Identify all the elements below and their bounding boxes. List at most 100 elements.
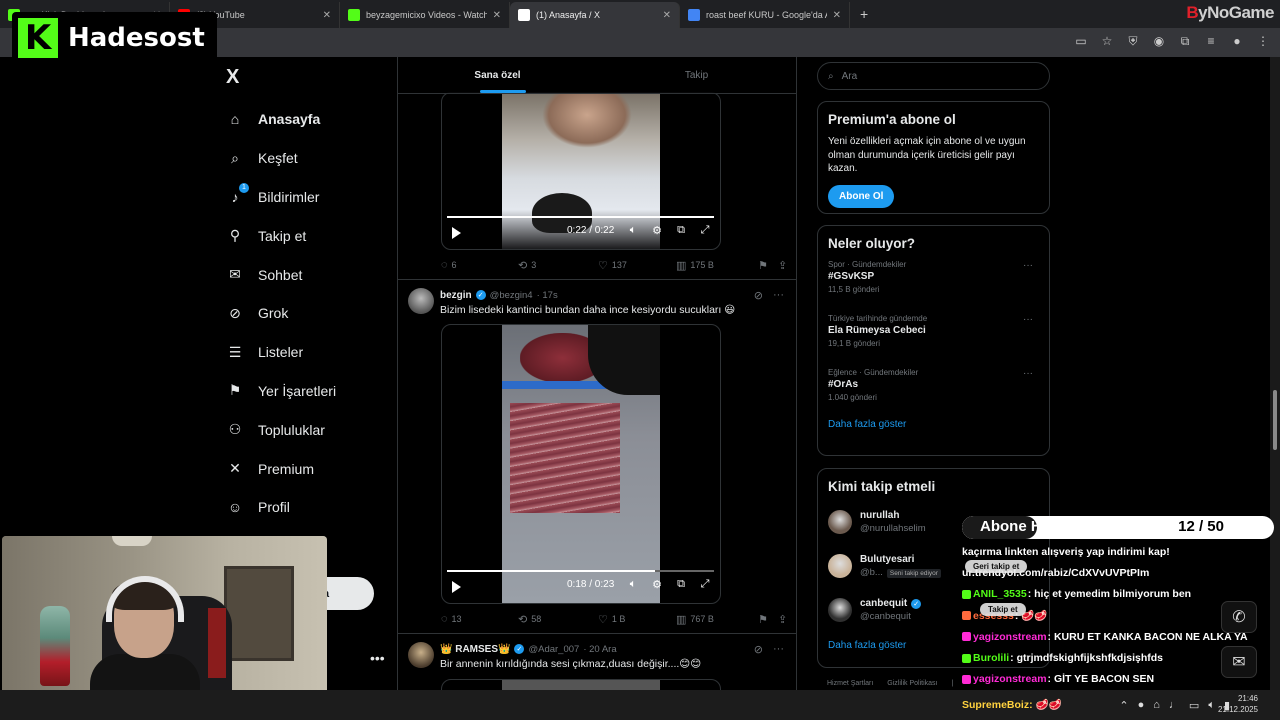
trend-more-icon[interactable]: ··· — [1023, 314, 1033, 325]
nav-item-9[interactable]: ✕ Premium — [226, 449, 336, 488]
tray-display-icon[interactable]: ▭ — [1189, 699, 1199, 712]
grok-icon[interactable]: ⊘ — [754, 643, 763, 656]
tray-chevron-icon[interactable]: ⌃ — [1119, 699, 1128, 712]
chat-username[interactable]: yagizonstream — [973, 673, 1047, 685]
profile-avatar-icon[interactable]: ● — [1230, 34, 1244, 48]
browser-tab-2[interactable]: beyzagemicixo Videos - Watch ✕ — [340, 2, 510, 28]
tab-following[interactable]: Takip — [597, 57, 796, 93]
settings-gear-icon[interactable]: ⚙ — [650, 578, 664, 591]
like-button[interactable]: ♡ 137 — [598, 259, 676, 272]
reply-button[interactable]: ◌ 6 — [441, 259, 518, 271]
subscribe-button[interactable]: Abone Ol — [828, 184, 895, 208]
chat-username[interactable]: Burolili — [973, 652, 1009, 664]
nav-item-10[interactable]: ☺ Profil — [226, 488, 336, 527]
pip-icon[interactable]: ⧉ — [674, 578, 688, 591]
browser-tab-4[interactable]: roast beef KURU - Google'da A ✕ — [680, 2, 850, 28]
shield-icon[interactable]: ⛨ — [1126, 34, 1140, 48]
avatar[interactable] — [828, 554, 852, 578]
trend-item[interactable]: Spor · Gündemdekiler #GSvKSP 11,5 B gönd… — [828, 260, 1039, 305]
footer-link[interactable]: Gizlilik Politikası — [887, 680, 937, 687]
pip-icon[interactable]: ⧉ — [674, 224, 688, 237]
video-progress-bar[interactable] — [447, 216, 714, 218]
media-icon[interactable]: ≡ — [1204, 34, 1218, 48]
tweet3-media[interactable] — [441, 679, 721, 690]
chat-username[interactable]: ANIL_3535 — [973, 588, 1027, 600]
cast-icon[interactable]: ▭ — [1074, 34, 1088, 48]
trend-more-icon[interactable]: ··· — [1023, 260, 1033, 271]
follow-pill[interactable]: Takip et — [980, 603, 1026, 616]
fullscreen-icon[interactable]: ⤢ — [698, 578, 712, 591]
nav-item-2[interactable]: ♪ 1 Bildirimler — [226, 178, 336, 217]
tray-volume-icon[interactable]: 🔈︎ — [1208, 699, 1215, 712]
nav-item-3[interactable]: ⚲ Takip et — [226, 216, 336, 255]
views-button[interactable]: ▥ 175 B — [676, 259, 758, 272]
nav-item-4[interactable]: ✉ Sohbet — [226, 255, 336, 294]
account-more-icon[interactable]: ••• — [370, 650, 385, 666]
extension-wave-icon[interactable]: ◉ — [1152, 34, 1166, 48]
avatar[interactable] — [408, 642, 434, 668]
tab-for-you[interactable]: Sana özel — [398, 57, 597, 93]
tweet2-author[interactable]: bezgin — [440, 290, 472, 301]
play-icon[interactable] — [452, 581, 461, 593]
taskbar-clock[interactable]: 21:46 21.12.2025 — [1218, 693, 1258, 715]
puzzle-icon[interactable]: ⧉ — [1178, 34, 1192, 48]
bookmark-button[interactable]: ⚑ — [758, 259, 778, 272]
settings-gear-icon[interactable]: ⚙ — [650, 224, 664, 237]
reply-button[interactable]: ◌ 13 — [441, 613, 518, 625]
messages-icon[interactable]: ✉ — [1221, 646, 1257, 678]
page-scrollbar[interactable] — [1270, 57, 1280, 690]
grok-chat-icon[interactable]: ✆ — [1221, 601, 1257, 633]
tray-app-icon[interactable]: ● — [1138, 699, 1145, 712]
avatar[interactable] — [828, 510, 852, 534]
browser-menu-icon[interactable]: ⋮ — [1256, 34, 1270, 48]
close-tab-icon[interactable]: ✕ — [493, 10, 501, 21]
footer-link[interactable]: Hizmet Şartları — [827, 680, 873, 687]
trends-show-more-link[interactable]: Daha fazla göster — [828, 419, 1039, 430]
new-tab-button[interactable]: + — [850, 6, 878, 28]
nav-item-6[interactable]: ☰ Listeler — [226, 333, 336, 372]
browser-tab-3[interactable]: (1) Anasayfa / X ✕ — [510, 2, 680, 28]
tray-network-icon[interactable]: ⌂ — [1153, 699, 1160, 712]
share-button[interactable]: ⇪ — [778, 259, 787, 272]
footer-link[interactable]: | — [951, 680, 953, 687]
play-icon[interactable] — [452, 227, 461, 239]
bookmark-button[interactable]: ⚑ — [758, 613, 778, 626]
retweet-button[interactable]: ⟲ 3 — [518, 259, 598, 272]
share-button[interactable]: ⇪ — [778, 613, 787, 626]
nav-item-0[interactable]: ⌂ Anasayfa — [226, 100, 336, 139]
tweet3-author[interactable]: 👑 RAMSES👑 — [440, 644, 510, 655]
nav-item-7[interactable]: ⚑ Yer İşaretleri — [226, 372, 336, 411]
avatar[interactable] — [828, 598, 852, 622]
search-input[interactable]: ⌕ Ara — [817, 62, 1050, 90]
nav-item-5[interactable]: ⊘ Grok — [226, 294, 336, 333]
tweet2-time[interactable]: · 17s — [537, 290, 558, 301]
chat-username[interactable]: yagizonstream — [973, 631, 1047, 643]
x-logo-icon[interactable]: X — [226, 66, 239, 89]
tray-mic-icon[interactable]: ♩ — [1169, 699, 1180, 712]
video-progress-bar[interactable] — [447, 570, 714, 572]
trend-item[interactable]: Türkiye tarihinde gündemde Ela Rümeysa C… — [828, 314, 1039, 359]
tweet-more-icon[interactable]: ··· — [773, 289, 784, 302]
tweet2-video[interactable]: 0:18 / 0:23 🔈︎ ⚙ ⧉ ⤢ — [441, 324, 721, 604]
tweet2-handle[interactable]: @bezgin4 — [490, 290, 533, 301]
trend-more-icon[interactable]: ··· — [1023, 368, 1033, 379]
star-icon[interactable]: ☆ — [1100, 34, 1114, 48]
retweet-button[interactable]: ⟲ 58 — [518, 613, 598, 626]
close-tab-icon[interactable]: ✕ — [323, 10, 331, 21]
nav-item-8[interactable]: ⚇ Topluluklar — [226, 410, 336, 449]
tweet1-video[interactable]: 0:22 / 0:22 🔈︎ ⚙ ⧉ ⤢ — [441, 92, 721, 250]
fullscreen-icon[interactable]: ⤢ — [698, 224, 712, 237]
tweet-more-icon[interactable]: ··· — [773, 643, 784, 656]
trend-item[interactable]: Eğlence · Gündemdekiler #OrAs 1.040 gönd… — [828, 368, 1039, 413]
grok-icon[interactable]: ⊘ — [754, 289, 763, 302]
volume-icon[interactable]: 🔈︎ — [626, 578, 640, 591]
follow-back-pill[interactable]: Geri takip et — [965, 560, 1028, 573]
like-button[interactable]: ♡ 1 B — [598, 613, 676, 626]
tweet3-handle[interactable]: @Adar_007 — [528, 644, 579, 655]
avatar[interactable] — [408, 288, 434, 314]
tweet3-time[interactable]: · 20 Ara — [583, 644, 616, 655]
volume-icon[interactable]: 🔈︎ — [626, 224, 640, 237]
close-tab-icon[interactable]: ✕ — [663, 10, 671, 21]
views-button[interactable]: ▥ 767 B — [676, 613, 758, 626]
nav-item-1[interactable]: ⌕ Keşfet — [226, 139, 336, 178]
